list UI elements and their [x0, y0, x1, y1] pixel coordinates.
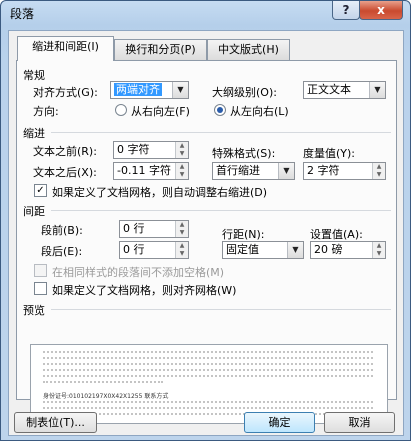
close-icon: x: [377, 3, 385, 17]
divider: [51, 132, 391, 133]
spin-buttons[interactable]: ▲ ▼: [175, 242, 188, 258]
spin-buttons[interactable]: ▲ ▼: [175, 142, 188, 158]
cancel-button[interactable]: 取消: [324, 412, 395, 433]
close-button[interactable]: x: [359, 1, 403, 20]
divider: [51, 210, 391, 211]
chevron-down-icon: ▼: [287, 242, 303, 258]
section-general-title: 常规: [23, 69, 45, 82]
indent-after-label: 文本之后(X):: [33, 166, 97, 179]
auto-right-indent-checkbox[interactable]: ✓: [34, 184, 47, 197]
section-preview-title: 预览: [23, 304, 45, 317]
preview-line: [43, 351, 373, 353]
preview-line: [43, 363, 373, 365]
spacing-at-label: 设置值(A):: [310, 228, 363, 241]
special-indent-label: 特殊格式(S):: [212, 147, 276, 160]
tabs-button[interactable]: 制表位(T)...: [14, 412, 97, 433]
preview-line: [43, 407, 373, 409]
outline-level-dropdown[interactable]: 正文文本 ▼: [303, 81, 386, 99]
space-after-stepper[interactable]: 0 行 ▲ ▼: [119, 241, 189, 259]
indent-by-stepper[interactable]: 2 字符 ▲ ▼: [303, 162, 386, 180]
line-spacing-dropdown[interactable]: 固定值 ▼: [222, 241, 304, 259]
auto-right-indent-label: 如果定义了文档网格，则自动调整右缩进(D): [52, 186, 268, 199]
alignment-dropdown[interactable]: 两端对齐 ▼: [110, 81, 189, 99]
rtl-radio[interactable]: [115, 104, 127, 116]
ltr-label: 从左向右(L): [230, 105, 289, 118]
window-title: 段落: [10, 7, 35, 21]
spin-up-icon: ▲: [376, 242, 382, 249]
spin-up-icon: ▲: [179, 142, 185, 149]
snap-to-grid-label: 如果定义了文档网格，则对齐网格(W): [52, 284, 237, 297]
no-space-same-style-label: 在相同样式的段落间不添加空格(M): [52, 266, 225, 279]
title-bar: 段落 ? x: [1, 1, 410, 25]
ltr-radio[interactable]: [214, 104, 226, 116]
section-spacing-title: 间距: [23, 205, 45, 218]
spin-up-icon: ▲: [179, 242, 185, 249]
spin-down-icon: ▼: [376, 171, 382, 178]
outline-level-value: 正文文本: [307, 83, 351, 96]
preview-line: [43, 401, 373, 403]
snap-to-grid-checkbox[interactable]: [34, 282, 47, 295]
spin-up-icon: ▲: [179, 163, 185, 170]
spin-up-icon: ▲: [376, 163, 382, 170]
spin-up-icon: ▲: [179, 221, 185, 228]
spin-down-icon: ▼: [376, 250, 382, 257]
ok-button[interactable]: 确定: [244, 412, 315, 433]
indent-by-value: 2 字符: [307, 164, 340, 177]
preview-line: [43, 375, 373, 377]
tab-line-page-breaks[interactable]: 换行和分页(P): [114, 39, 207, 60]
section-indent-title: 缩进: [23, 127, 45, 140]
tab-indent-spacing[interactable]: 缩进和间距(I): [17, 36, 114, 61]
spin-buttons[interactable]: ▲ ▼: [175, 221, 188, 237]
preview-line: [43, 369, 373, 371]
indent-by-label: 度量值(Y):: [303, 147, 356, 160]
spin-down-icon: ▼: [179, 171, 185, 178]
indent-after-value: -0.11 字符: [117, 164, 171, 177]
spacing-at-value: 20 磅: [314, 243, 343, 256]
alignment-value: 两端对齐: [114, 83, 162, 96]
spin-buttons[interactable]: ▲ ▼: [175, 163, 188, 179]
rtl-label: 从右向左(F): [131, 105, 190, 118]
outline-level-label: 大纲级别(O):: [212, 86, 277, 99]
spacing-at-stepper[interactable]: 20 磅 ▲ ▼: [310, 241, 386, 259]
preview-line: [43, 381, 163, 383]
help-icon: ?: [342, 3, 350, 17]
special-indent-dropdown[interactable]: 首行缩进 ▼: [212, 162, 295, 180]
tab-asian-typography[interactable]: 中文版式(H): [207, 39, 290, 60]
indent-before-label: 文本之前(R):: [33, 145, 97, 158]
spin-down-icon: ▼: [179, 150, 185, 157]
space-before-stepper[interactable]: 0 行 ▲ ▼: [119, 220, 189, 238]
preview-sample-text: 身份证号:010102197X0X42X1255 联系方式: [43, 393, 169, 400]
chevron-down-icon: ▼: [172, 82, 188, 98]
direction-label: 方向:: [33, 105, 59, 118]
alignment-label: 对齐方式(G):: [33, 86, 98, 99]
space-before-value: 0 行: [123, 222, 145, 235]
indent-after-stepper[interactable]: -0.11 字符 ▲ ▼: [113, 162, 189, 180]
spin-buttons[interactable]: ▲ ▼: [372, 242, 385, 258]
chevron-down-icon: ▼: [369, 82, 385, 98]
dialog-body: 缩进和间距(I) 换行和分页(P) 中文版式(H) 常规 对齐方式(G): 两端…: [8, 30, 404, 436]
paragraph-dialog: 段落 ? x 缩进和间距(I) 换行和分页(P) 中文版式(H) 常规 对齐方式…: [0, 0, 411, 441]
space-after-value: 0 行: [123, 243, 145, 256]
line-spacing-value: 固定值: [226, 243, 259, 256]
checkmark-icon: ✓: [36, 185, 45, 196]
space-after-label: 段后(E):: [41, 245, 83, 258]
spin-down-icon: ▼: [179, 229, 185, 236]
divider: [51, 309, 391, 310]
space-before-label: 段前(B):: [41, 224, 83, 237]
chevron-down-icon: ▼: [278, 163, 294, 179]
preview-line: [43, 357, 373, 359]
help-button[interactable]: ?: [332, 1, 360, 20]
indent-before-stepper[interactable]: 0 字符 ▲ ▼: [113, 141, 189, 159]
indent-before-value: 0 字符: [117, 143, 150, 156]
special-indent-value: 首行缩进: [216, 164, 260, 177]
line-spacing-label: 行距(N):: [222, 228, 265, 241]
spin-down-icon: ▼: [179, 250, 185, 257]
no-space-same-style-checkbox[interactable]: [34, 264, 47, 277]
spin-buttons[interactable]: ▲ ▼: [372, 163, 385, 179]
